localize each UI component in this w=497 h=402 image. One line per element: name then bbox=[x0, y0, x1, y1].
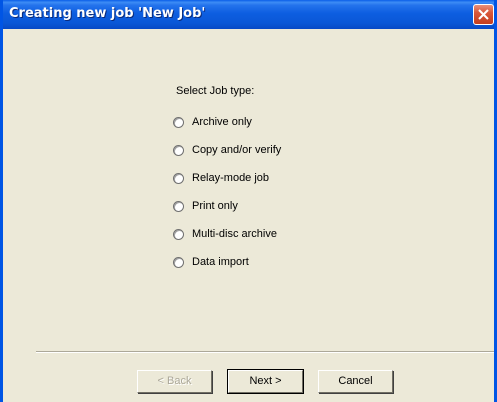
radio-label: Archive only bbox=[192, 116, 252, 128]
job-type-prompt: Select Job type: bbox=[176, 85, 255, 97]
radio-label: Copy and/or verify bbox=[192, 144, 282, 156]
radio-button[interactable] bbox=[173, 144, 184, 156]
back-button[interactable]: < Back bbox=[137, 370, 212, 393]
radio-relay-mode[interactable]: Relay-mode job bbox=[173, 170, 269, 186]
close-button[interactable] bbox=[473, 4, 494, 25]
radio-copy-verify[interactable]: Copy and/or verify bbox=[173, 142, 281, 158]
radio-button[interactable] bbox=[173, 116, 184, 128]
dialog-window: Creating new job 'New Job' Select Job ty… bbox=[0, 0, 497, 402]
radio-button[interactable] bbox=[173, 172, 184, 184]
radio-label: Multi-disc archive bbox=[192, 228, 277, 240]
title-bar[interactable]: Creating new job 'New Job' bbox=[3, 0, 494, 29]
radio-button[interactable] bbox=[173, 228, 184, 240]
window-title: Creating new job 'New Job' bbox=[9, 6, 206, 21]
radio-label: Data import bbox=[192, 256, 249, 268]
radio-archive-only[interactable]: Archive only bbox=[173, 114, 252, 130]
radio-print-only[interactable]: Print only bbox=[173, 198, 238, 214]
next-button[interactable]: Next > bbox=[227, 369, 304, 394]
radio-data-import[interactable]: Data import bbox=[173, 254, 249, 270]
radio-label: Print only bbox=[192, 200, 238, 212]
radio-button[interactable] bbox=[173, 256, 184, 268]
cancel-button[interactable]: Cancel bbox=[318, 370, 393, 393]
close-x-icon bbox=[478, 9, 489, 20]
radio-label: Relay-mode job bbox=[192, 172, 270, 184]
radio-button[interactable] bbox=[173, 200, 184, 212]
button-separator bbox=[36, 351, 494, 353]
radio-multi-disc-archive[interactable]: Multi-disc archive bbox=[173, 226, 277, 242]
